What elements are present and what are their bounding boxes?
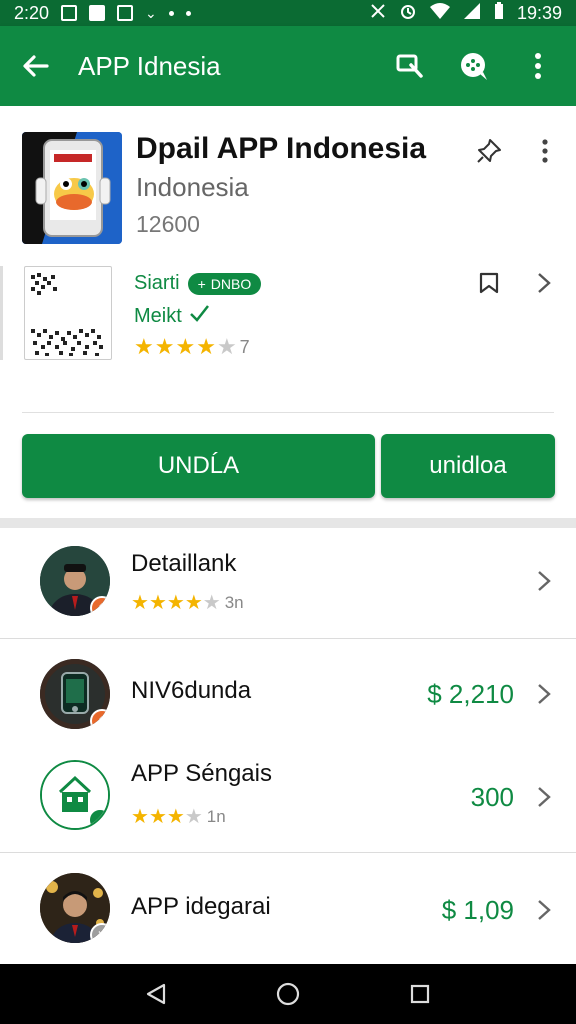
star-half-icon: ★ <box>216 334 237 359</box>
chevron-right-icon[interactable] <box>532 782 556 812</box>
list-item-price: $ 1,09 <box>441 895 514 925</box>
list-item[interactable]: ● APP Séngais ★ ★ ★ ★ 1n 300 <box>0 742 576 852</box>
list-item-price: $ 2,210 <box>427 679 514 709</box>
app-rating: ★ ★ ★ ★ ★ 7 <box>134 334 250 360</box>
star-icon: ★ <box>131 806 149 828</box>
star-half-icon: ★ <box>184 806 203 828</box>
avatar: ⬆ <box>40 546 110 616</box>
chat-icon[interactable] <box>452 44 496 88</box>
status-time-right: 19:39 <box>516 2 562 23</box>
avatar: ✕ <box>40 873 110 943</box>
star-icon: ★ <box>148 806 167 828</box>
divider <box>22 412 554 413</box>
avatar: ● <box>40 760 110 830</box>
rating-tail: 1n <box>206 806 226 826</box>
meta-label-2: Meikt <box>134 304 182 327</box>
app-header: Dpail APP Indonesia Indonesia 12600 Siar… <box>0 106 576 518</box>
plus-icon: + <box>197 275 206 292</box>
list-item-rating: ★ ★ ★ ★ 1n <box>131 804 226 829</box>
update-badge-icon: ⬆ <box>90 709 110 729</box>
back-nav-icon[interactable] <box>136 974 176 1014</box>
more-vert-icon[interactable] <box>530 134 560 168</box>
list-item-title: NIV6dunda <box>131 677 252 704</box>
section-separator <box>0 518 576 528</box>
app-notification-icon <box>117 5 134 21</box>
list-item-title: APP Séngais <box>131 760 272 787</box>
star-icon: ★ <box>184 592 203 614</box>
list-item-rating: ★ ★ ★ ★ ★ 3n <box>131 590 244 615</box>
search-icon[interactable] <box>388 44 432 88</box>
status-time-left: 2:20 <box>14 2 50 23</box>
secondary-action-button[interactable]: unidloa <box>381 434 555 498</box>
list-item-price: 300 <box>470 782 514 812</box>
check-icon <box>188 302 210 330</box>
installed-badge-icon: ● <box>88 808 108 828</box>
back-arrow-icon[interactable] <box>0 26 70 106</box>
list-item[interactable]: ⬆ Detaillank ★ ★ ★ ★ ★ 3n <box>0 528 576 638</box>
chevron-right-icon[interactable] <box>532 679 556 709</box>
battery-icon <box>493 1 505 25</box>
app-name: Dpail APP Indonesia <box>136 132 427 165</box>
update-badge-icon: ⬆ <box>90 596 110 616</box>
chevron-right-icon[interactable] <box>532 566 556 596</box>
gallery-notification-icon <box>61 5 78 21</box>
more-vert-icon[interactable] <box>516 44 560 88</box>
dot-icon <box>185 10 191 16</box>
bookmark-icon[interactable] <box>474 266 504 300</box>
chevron-right-icon[interactable] <box>532 895 556 925</box>
star-icon: ★ <box>154 334 175 359</box>
list-item-title: APP idegarai <box>131 893 271 920</box>
list-item[interactable]: ⬆ NIV6dunda $ 2,210 <box>0 639 576 749</box>
star-icon: ★ <box>134 334 154 359</box>
star-icon: ★ <box>131 592 149 614</box>
status-badge: + DNBO <box>187 272 262 295</box>
pin-icon[interactable] <box>472 134 506 168</box>
star-icon: ★ <box>166 592 185 614</box>
home-nav-icon[interactable] <box>268 974 308 1014</box>
app-count: 12600 <box>136 211 200 237</box>
alarm-icon <box>399 2 417 25</box>
recents-nav-icon[interactable] <box>400 974 440 1014</box>
qr-code-image[interactable] <box>24 266 112 360</box>
app-icon[interactable] <box>22 132 122 244</box>
star-icon: ★ <box>148 592 167 614</box>
chevron-down-icon: ⌄ <box>145 4 157 21</box>
badge-label: DNBO <box>210 275 252 292</box>
avatar: ⬆ <box>40 659 110 729</box>
signal-icon <box>463 2 481 25</box>
app-developer[interactable]: Indonesia <box>136 172 249 203</box>
star-icon: ★ <box>175 334 196 359</box>
star-icon: ★ <box>196 334 216 359</box>
meta-row-1: Siarti + DNBO <box>134 272 262 295</box>
star-half-icon: ★ <box>202 592 221 614</box>
rating-tail: 7 <box>239 336 250 357</box>
status-bar: 2:20 ⌄ 19:39 <box>0 0 576 26</box>
list-item[interactable]: ✕ APP idegarai $ 1,09 <box>0 853 576 963</box>
wifi-icon <box>429 2 451 25</box>
primary-action-button[interactable]: UNDĹA <box>22 434 375 498</box>
star-icon: ★ <box>166 806 185 828</box>
meta-row-2: Meikt <box>134 302 210 330</box>
list-item-title: Detaillank <box>131 550 237 577</box>
mute-icon <box>369 2 387 25</box>
chevron-right-icon[interactable] <box>530 266 558 300</box>
app-bar: APP Idnesia <box>0 26 576 106</box>
dot-icon <box>168 10 174 16</box>
navigation-bar <box>0 964 576 1024</box>
badge-icon: ✕ <box>90 923 110 943</box>
image-notification-icon <box>89 5 106 21</box>
divider <box>0 266 3 360</box>
rating-tail: 3n <box>224 592 244 612</box>
meta-label: Siarti <box>134 272 180 294</box>
app-bar-title: APP Idnesia <box>78 50 221 81</box>
